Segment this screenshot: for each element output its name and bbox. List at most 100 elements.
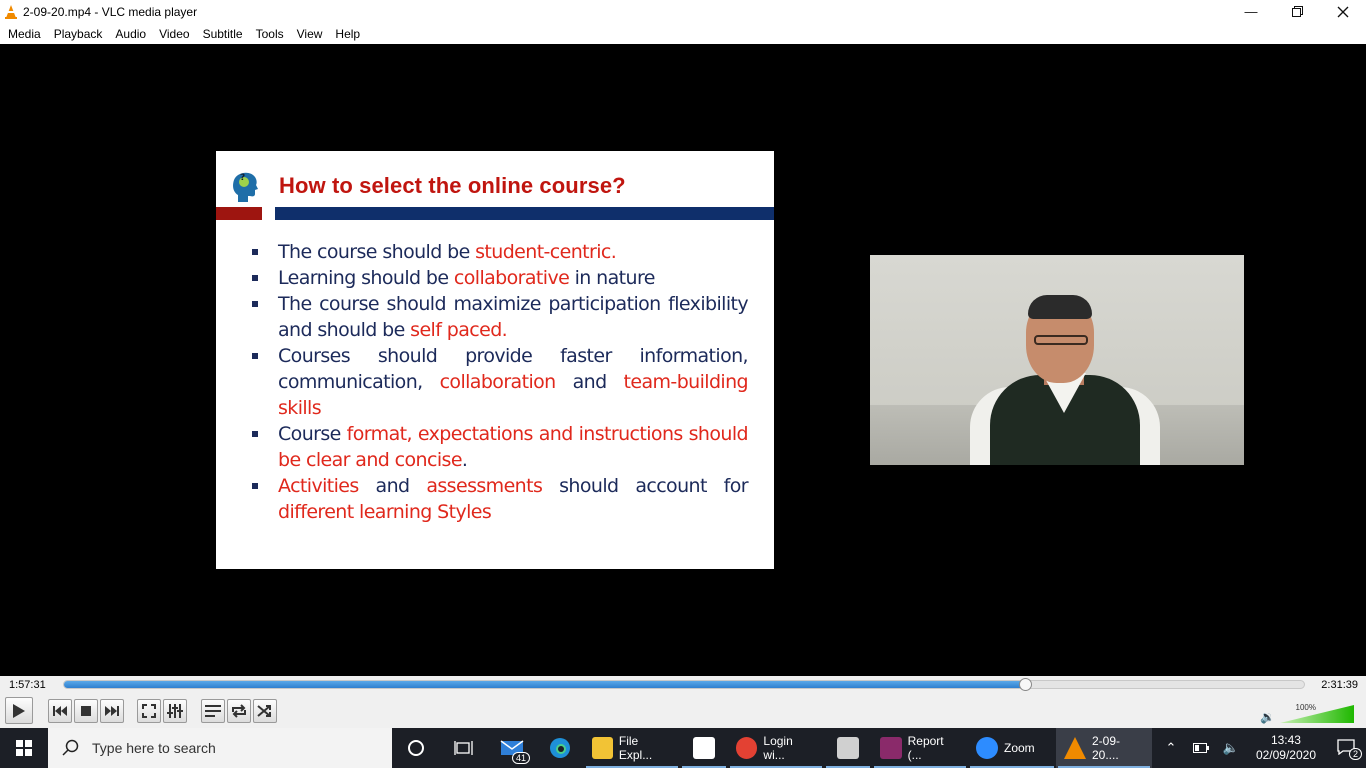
bullet-text: The course should be	[278, 241, 476, 263]
menu-audio[interactable]: Audio	[109, 27, 153, 41]
slide-bullet-3: The course should maximize participation…	[250, 291, 749, 343]
slide-bullet-1: The course should be student-centric.	[250, 239, 748, 265]
volume-slider[interactable]: 100% 🔉	[1260, 700, 1360, 724]
minimize-button[interactable]: —	[1228, 0, 1274, 23]
video-area[interactable]: ? How to select the online course? The c…	[0, 44, 1366, 676]
store-icon	[693, 737, 715, 759]
slide-accent-bar	[216, 207, 262, 220]
menu-bar: Media Playback Audio Video Subtitle Tool…	[0, 23, 1366, 44]
taskbar-app-paint[interactable]	[824, 728, 872, 768]
chevron-up-icon[interactable]: ⌃	[1156, 740, 1186, 756]
volume-percent: 100%	[1295, 703, 1316, 712]
player-controls: 1:57:31 2:31:39 100% 🔉	[0, 676, 1366, 728]
slide-bullet-list: The course should be student-centric. Lea…	[250, 239, 749, 525]
extended-settings-button[interactable]	[163, 699, 187, 723]
taskbar-app-winrar[interactable]: Report (...	[872, 728, 968, 768]
seek-progress	[64, 681, 1025, 688]
battery-icon[interactable]	[1186, 741, 1216, 756]
clock-time: 13:43	[1270, 733, 1301, 747]
task-view-button[interactable]	[440, 728, 488, 768]
play-button[interactable]	[5, 697, 33, 724]
menu-playback[interactable]: Playback	[48, 27, 110, 41]
speaker-icon[interactable]: 🔉	[1260, 710, 1275, 724]
winrar-icon	[880, 737, 902, 759]
next-button[interactable]	[100, 699, 124, 723]
taskbar: Type here to search 41 File Expl... Login…	[0, 728, 1366, 768]
menu-video[interactable]: Video	[153, 27, 196, 41]
bullet-text: .	[461, 449, 468, 471]
menu-help[interactable]: Help	[329, 27, 367, 41]
notification-count: 2	[1348, 747, 1362, 760]
notifications-button[interactable]: 2	[1326, 738, 1366, 760]
slide-bullet-4: Courses should provide faster informatio…	[250, 343, 749, 421]
search-placeholder: Type here to search	[92, 740, 216, 756]
chrome-icon	[736, 737, 758, 759]
mail-badge: 41	[511, 752, 530, 764]
menu-view[interactable]: View	[291, 27, 330, 41]
highlighted-text: format, expectations and instructions sh…	[278, 423, 749, 471]
fullscreen-button[interactable]	[137, 699, 161, 723]
cortana-button[interactable]	[392, 728, 440, 768]
elapsed-time: 1:57:31	[9, 679, 46, 691]
taskbar-app-zoom[interactable]: Zoom	[968, 728, 1056, 768]
highlighted-text: student-centric.	[475, 241, 617, 263]
slide-heading: How to select the online course?	[279, 173, 626, 198]
cortana-icon	[408, 740, 424, 756]
taskbar-app-label: File Expl...	[618, 734, 653, 762]
svg-text:?: ?	[240, 173, 245, 183]
total-time: 2:31:39	[1321, 679, 1358, 691]
edge-button[interactable]	[536, 728, 584, 768]
restore-button[interactable]	[1274, 0, 1320, 23]
zoom-icon	[976, 737, 998, 759]
edge-icon	[550, 738, 570, 758]
slide-bullet-6: Activities and assessments should accoun…	[250, 473, 749, 525]
highlighted-text: collaborative	[453, 267, 570, 289]
head-question-icon: ?	[230, 169, 260, 203]
bullet-text: and	[358, 475, 427, 497]
search-icon	[62, 739, 79, 756]
stop-button[interactable]	[74, 699, 98, 723]
clock-date: 02/09/2020	[1255, 748, 1316, 762]
close-button[interactable]	[1320, 0, 1366, 23]
taskbar-app-folder[interactable]: File Expl...	[584, 728, 680, 768]
seek-bar[interactable]	[63, 678, 1305, 691]
highlighted-text: different learning Styles	[278, 501, 492, 523]
seek-handle[interactable]	[1019, 678, 1032, 691]
taskbar-search[interactable]: Type here to search	[48, 728, 392, 768]
paint-icon	[837, 737, 859, 759]
vlc-cone-icon	[4, 4, 18, 19]
loop-button[interactable]	[227, 699, 251, 723]
clock[interactable]: 13:43 02/09/2020	[1256, 733, 1316, 763]
taskbar-app-store[interactable]	[680, 728, 728, 768]
slide-bullet-5: Course format, expectations and instruct…	[250, 421, 749, 473]
taskbar-app-label: Login wi...	[763, 734, 793, 762]
bullet-text: Course	[278, 423, 347, 445]
slide-divider-bar	[275, 207, 774, 220]
task-view-icon	[454, 741, 473, 755]
system-tray: ⌃ 🔈 13:43 02/09/2020 2	[1156, 728, 1366, 768]
bullet-text: The course should maximize participation…	[278, 293, 749, 341]
start-button[interactable]	[0, 728, 48, 768]
menu-tools[interactable]: Tools	[250, 27, 291, 41]
bullet-text: Learning should be	[278, 267, 454, 289]
vlc-icon	[1064, 737, 1086, 759]
shuffle-button[interactable]	[253, 699, 277, 723]
taskbar-app-chrome[interactable]: Login wi...	[728, 728, 824, 768]
playlist-button[interactable]	[201, 699, 225, 723]
previous-button[interactable]	[48, 699, 72, 723]
menu-subtitle[interactable]: Subtitle	[197, 27, 250, 41]
volume-tray-icon[interactable]: 🔈	[1216, 740, 1246, 756]
taskbar-app-vlc[interactable]: 2-09-20....	[1056, 728, 1152, 768]
bullet-text: and	[555, 371, 624, 393]
highlighted-text: Activities	[278, 475, 359, 497]
highlighted-text: self paced.	[410, 319, 508, 341]
volume-level	[1280, 705, 1354, 723]
taskbar-app-label: 2-09-20....	[1092, 734, 1121, 762]
highlighted-text: assessments	[426, 475, 543, 497]
mail-button[interactable]: 41	[488, 728, 536, 768]
menu-media[interactable]: Media	[2, 27, 48, 41]
webcam-overlay	[870, 255, 1244, 465]
bullet-text: in nature	[569, 267, 656, 289]
slide-bullet-2: Learning should be collaborative in natu…	[250, 265, 748, 291]
taskbar-app-label: Zoom	[1004, 741, 1035, 755]
